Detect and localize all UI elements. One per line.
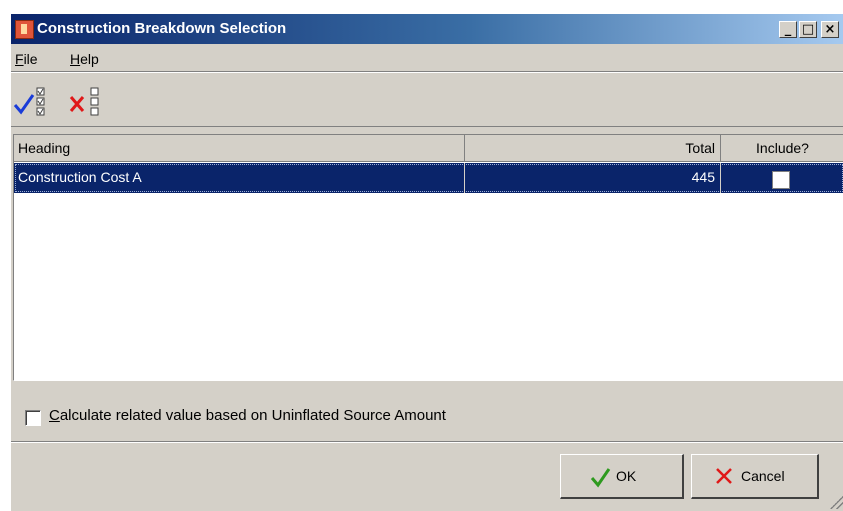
row-total-cell: 445 (465, 163, 721, 193)
cancel-button[interactable]: Cancel (691, 454, 819, 499)
row-heading-cell: Construction Cost A (14, 163, 465, 193)
uncheck-all-icon (69, 87, 99, 116)
x-icon (716, 468, 732, 484)
toolbar-divider (11, 126, 843, 127)
maximize-button[interactable]: □ (799, 21, 817, 38)
ok-button[interactable]: OK (560, 454, 684, 499)
menu-bar: File Help (11, 47, 843, 71)
breakdown-grid[interactable]: Heading Total Include? Construction Cost… (13, 134, 843, 381)
column-heading-label: Heading (18, 140, 71, 156)
ok-button-label: OK (616, 468, 637, 484)
column-heading[interactable]: Heading (14, 135, 465, 161)
cancel-button-label: Cancel (741, 468, 785, 484)
app-icon (15, 20, 34, 39)
check-all-icon (13, 87, 45, 116)
maximize-icon: □ (801, 22, 815, 37)
grid-header: Heading Total Include? (14, 135, 843, 162)
column-total[interactable]: Total (465, 135, 721, 161)
select-all-button[interactable] (13, 85, 53, 121)
close-button[interactable]: × (821, 21, 839, 38)
dialog-window: Construction Breakdown Selection _ □ × F… (10, 14, 843, 511)
deselect-all-button[interactable] (69, 85, 109, 121)
menu-help[interactable]: Help (70, 51, 99, 67)
table-row[interactable]: Construction Cost A 445 (14, 163, 843, 193)
title-bar[interactable]: Construction Breakdown Selection _ □ × (11, 14, 843, 44)
minimize-icon: _ (784, 22, 792, 37)
column-include-label: Include? (756, 140, 809, 156)
uninflated-checkbox-label[interactable]: Calculate related value based on Uninfla… (49, 407, 446, 424)
toolbar (11, 73, 843, 127)
column-include[interactable]: Include? (721, 135, 843, 161)
checkmark-icon (590, 468, 611, 488)
column-total-label: Total (685, 140, 715, 156)
include-checkbox[interactable] (772, 171, 790, 189)
window-title: Construction Breakdown Selection (37, 20, 287, 37)
minimize-button[interactable]: _ (779, 21, 797, 38)
menu-file[interactable]: File (15, 51, 38, 67)
button-divider (11, 441, 843, 443)
options-panel: Calculate related value based on Uninfla… (11, 388, 843, 438)
close-icon: × (824, 22, 836, 37)
resize-grip[interactable] (830, 495, 843, 509)
uninflated-checkbox[interactable] (25, 410, 41, 426)
